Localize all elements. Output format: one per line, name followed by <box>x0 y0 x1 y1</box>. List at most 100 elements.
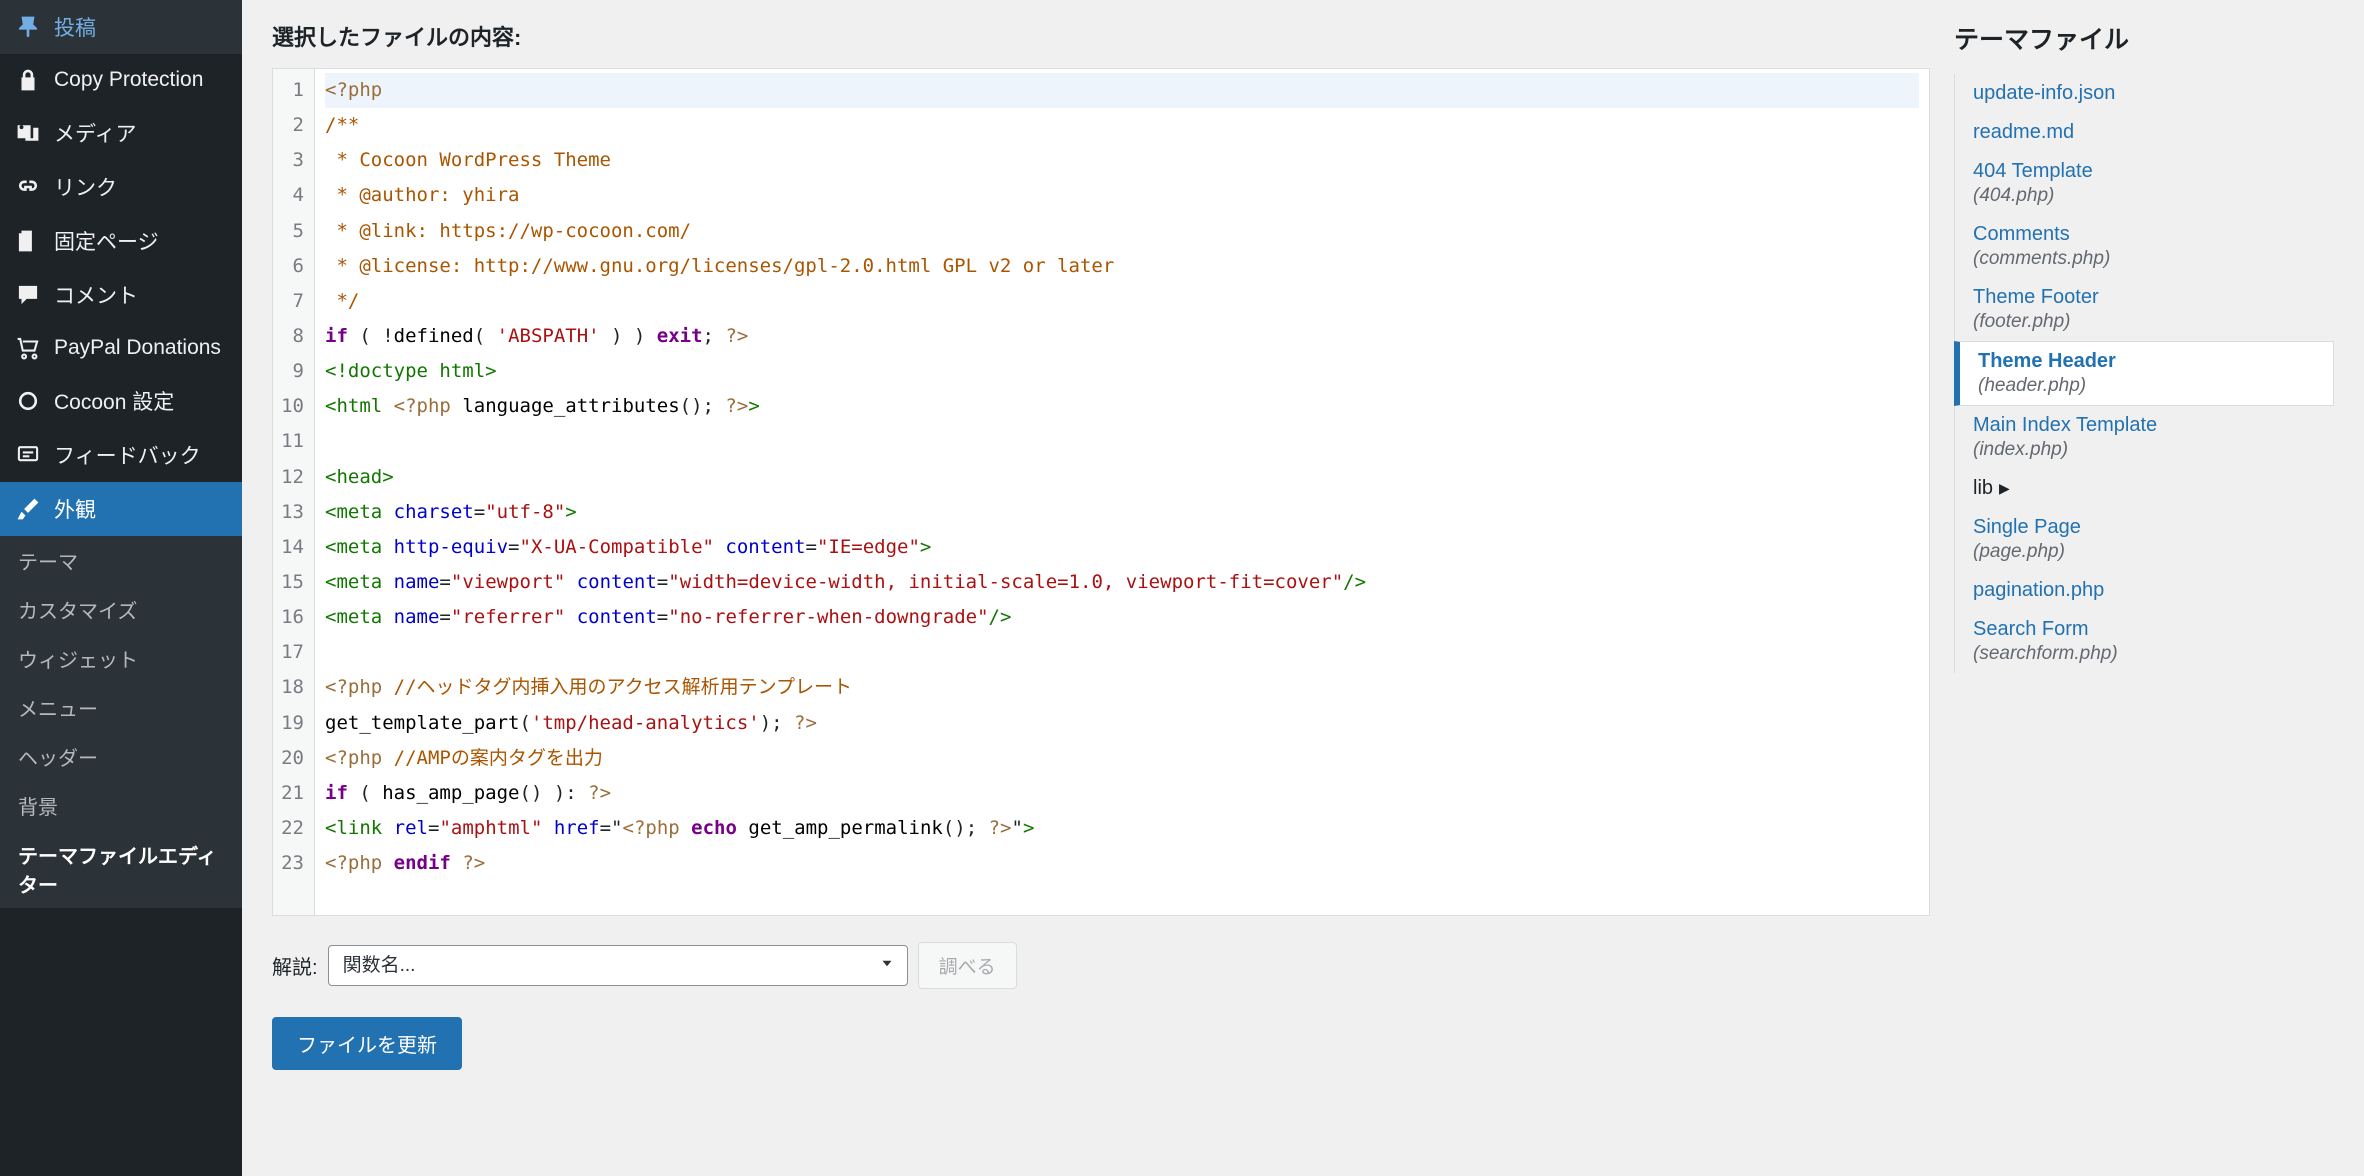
theme-file-item[interactable]: Theme Header(header.php) <box>1954 341 2334 406</box>
submenu-appearance: テーマカスタマイズウィジェットメニューヘッダー背景テーマファイルエディター <box>0 536 242 908</box>
theme-file-item[interactable]: 404 Template(404.php) <box>1955 152 2334 215</box>
submenu-item-menus[interactable]: メニュー <box>0 683 242 732</box>
lookup-button[interactable]: 調べる <box>918 942 1017 989</box>
file-title: Theme Footer <box>1973 286 2320 309</box>
theme-file-list: update-info.json readme.md404 Template(40… <box>1954 74 2334 673</box>
media-icon <box>14 119 42 147</box>
line-number: 17 <box>279 635 304 670</box>
line-number: 3 <box>279 143 304 178</box>
menu-label: メディア <box>54 118 137 148</box>
theme-file-item[interactable]: Single Page(page.php) <box>1955 508 2334 571</box>
code-line[interactable]: * @license: http://www.gnu.org/licenses/… <box>325 249 1919 284</box>
folder-label: lib <box>1973 477 1993 500</box>
code-line[interactable]: <?php //AMPの案内タグを出力 <box>325 741 1919 776</box>
menu-item-feedback[interactable]: フィードバック <box>0 428 242 482</box>
theme-file-item[interactable]: Theme Footer(footer.php) <box>1955 278 2334 341</box>
code-line[interactable]: <!doctype html> <box>325 354 1919 389</box>
code-line[interactable]: <meta charset="utf-8"> <box>325 495 1919 530</box>
submenu-item-header[interactable]: ヘッダー <box>0 732 242 781</box>
line-number: 18 <box>279 670 304 705</box>
code-line[interactable]: * @author: yhira <box>325 178 1919 213</box>
feedback-icon <box>14 441 42 469</box>
line-number-gutter: 1234567891011121314151617181920212223 <box>273 69 315 915</box>
menu-item-pages[interactable]: 固定ページ <box>0 214 242 268</box>
theme-file-item[interactable]: update-info.json <box>1955 74 2334 113</box>
line-number: 11 <box>279 424 304 459</box>
line-number: 22 <box>279 811 304 846</box>
file-subtitle: (searchform.php) <box>1973 643 2320 665</box>
code-line[interactable]: <html <?php language_attributes(); ?>> <box>325 389 1919 424</box>
line-number: 23 <box>279 846 304 881</box>
function-select[interactable]: 関数名... <box>328 945 908 986</box>
line-number: 10 <box>279 389 304 424</box>
code-line[interactable]: <meta name="referrer" content="no-referr… <box>325 600 1919 635</box>
file-subtitle: (index.php) <box>1973 439 2320 461</box>
menu-label: PayPal Donations <box>54 336 221 360</box>
menu-label: 投稿 <box>54 12 96 42</box>
theme-file-item[interactable]: pagination.php <box>1955 571 2334 610</box>
line-number: 6 <box>279 249 304 284</box>
code-line[interactable]: <?php //ヘッドタグ内挿入用のアクセス解析用テンプレート <box>325 670 1919 705</box>
menu-item-cocoon[interactable]: Cocoon 設定 <box>0 374 242 428</box>
menu-item-comments[interactable]: コメント <box>0 268 242 322</box>
submenu-item-widgets[interactable]: ウィジェット <box>0 634 242 683</box>
line-number: 21 <box>279 776 304 811</box>
line-number: 13 <box>279 495 304 530</box>
code-editor[interactable]: 1234567891011121314151617181920212223 <?… <box>272 68 1930 916</box>
file-content-heading: 選択したファイルの内容: <box>272 20 1930 52</box>
file-title: Main Index Template <box>1973 414 2320 437</box>
circle-icon <box>14 387 42 415</box>
menu-item-paypal[interactable]: PayPal Donations <box>0 322 242 374</box>
lookup-label: 解説: <box>272 951 318 980</box>
menu-label: 固定ページ <box>54 226 159 256</box>
theme-file-item[interactable]: Search Form(searchform.php) <box>1955 610 2334 673</box>
code-line[interactable]: <?php endif ?> <box>325 846 1919 881</box>
submenu-item-background[interactable]: 背景 <box>0 781 242 830</box>
menu-label: Cocoon 設定 <box>54 386 174 416</box>
code-line[interactable]: <meta name="viewport" content="width=dev… <box>325 565 1919 600</box>
link-icon <box>14 173 42 201</box>
menu-item-copy-protection[interactable]: Copy Protection <box>0 54 242 106</box>
update-file-button[interactable]: ファイルを更新 <box>272 1017 462 1070</box>
theme-folder-item[interactable]: lib ▶ <box>1955 469 2334 508</box>
menu-label: Copy Protection <box>54 68 203 92</box>
code-line[interactable]: get_template_part('tmp/head-analytics');… <box>325 706 1919 741</box>
code-line[interactable]: /** <box>325 108 1919 143</box>
code-line[interactable]: <head> <box>325 460 1919 495</box>
menu-item-posts[interactable]: 投稿 <box>0 0 242 54</box>
function-select-wrap: 関数名... <box>328 945 908 986</box>
menu-label: 外観 <box>54 494 96 524</box>
code-line[interactable]: <link rel="amphtml" href="<?php echo get… <box>325 811 1919 846</box>
code-line[interactable]: if ( !defined( 'ABSPATH' ) ) exit; ?> <box>325 319 1919 354</box>
code-line[interactable]: <meta http-equiv="X-UA-Compatible" conte… <box>325 530 1919 565</box>
pages-icon <box>14 227 42 255</box>
file-title: update-info.json <box>1973 82 2320 105</box>
code-line[interactable] <box>325 424 1919 459</box>
submenu-item-customize[interactable]: カスタマイズ <box>0 585 242 634</box>
line-number: 12 <box>279 460 304 495</box>
menu-item-media[interactable]: メディア <box>0 106 242 160</box>
theme-file-item[interactable]: readme.md <box>1955 113 2334 152</box>
comment-icon <box>14 281 42 309</box>
code-line[interactable]: <?php <box>325 73 1919 108</box>
code-line[interactable]: if ( has_amp_page() ): ?> <box>325 776 1919 811</box>
line-number: 8 <box>279 319 304 354</box>
line-number: 7 <box>279 284 304 319</box>
file-subtitle: (comments.php) <box>1973 248 2320 270</box>
submenu-item-themes[interactable]: テーマ <box>0 536 242 585</box>
line-number: 1 <box>279 73 304 108</box>
theme-file-item[interactable]: Comments(comments.php) <box>1955 215 2334 278</box>
code-line[interactable]: * Cocoon WordPress Theme <box>325 143 1919 178</box>
submenu-item-theme-editor[interactable]: テーマファイルエディター <box>0 830 242 908</box>
line-number: 2 <box>279 108 304 143</box>
theme-file-item[interactable]: Main Index Template(index.php) <box>1955 406 2334 469</box>
code-line[interactable] <box>325 635 1919 670</box>
brush-icon <box>14 495 42 523</box>
code-line[interactable]: * @link: https://wp-cocoon.com/ <box>325 214 1919 249</box>
menu-item-links[interactable]: リンク <box>0 160 242 214</box>
code-line[interactable]: */ <box>325 284 1919 319</box>
code-area[interactable]: <?php/** * Cocoon WordPress Theme * @aut… <box>315 69 1929 915</box>
menu-item-appearance[interactable]: 外観 <box>0 482 242 536</box>
line-number: 9 <box>279 354 304 389</box>
menu-label: フィードバック <box>54 440 201 470</box>
